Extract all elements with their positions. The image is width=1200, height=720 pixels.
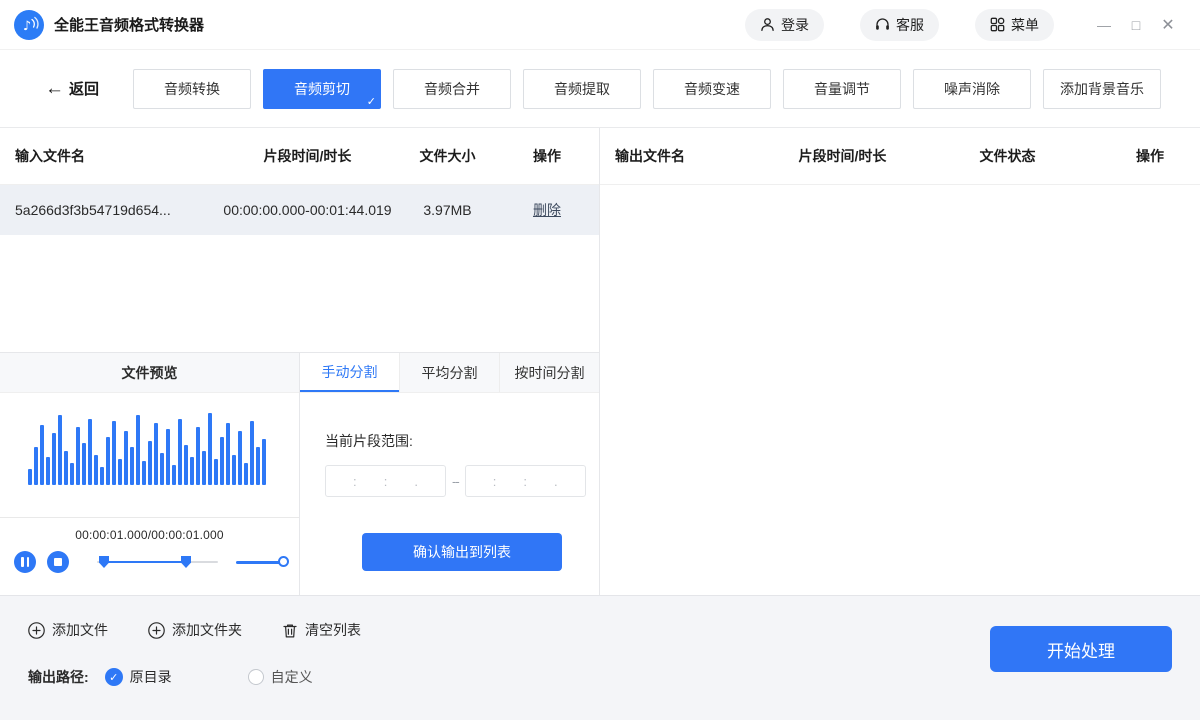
menu-button[interactable]: 菜单 xyxy=(975,8,1054,41)
range-start-input[interactable]: ::. xyxy=(325,465,446,497)
file-size: 3.97MB xyxy=(423,202,472,218)
menu-label: 菜单 xyxy=(1011,16,1039,33)
tab-noise-removal[interactable]: 噪声消除 xyxy=(913,68,1032,109)
segment-range-label: 当前片段范围: xyxy=(325,433,413,449)
active-check-icon: ✓ xyxy=(366,95,377,108)
start-processing-button[interactable]: 开始处理 xyxy=(990,626,1172,672)
output-header-status: 文件状态 xyxy=(979,148,1036,164)
playback-controls: 00:00:01.000/00:00:01.000 xyxy=(0,517,299,595)
tab-audio-extract[interactable]: 音频提取 xyxy=(523,68,642,109)
confirm-output-button[interactable]: 确认输出到列表 xyxy=(362,533,562,571)
radio-custom-dir[interactable]: 自定义 xyxy=(247,667,313,687)
volume-handle[interactable] xyxy=(278,556,289,567)
file-name: 5a266d3f3b54719d654... xyxy=(15,202,171,218)
range-end-input[interactable]: ::. xyxy=(464,465,586,497)
grid-menu-icon xyxy=(990,17,1005,32)
back-arrow-icon: ← xyxy=(45,78,64,99)
clear-list-button[interactable]: 清空列表 xyxy=(282,620,361,640)
add-file-button[interactable]: 添加文件 xyxy=(28,620,108,640)
login-button[interactable]: 登录 xyxy=(745,8,824,41)
waveform xyxy=(0,393,299,517)
playback-time: 00:00:01.000/00:00:01.000 xyxy=(75,528,224,542)
table-row[interactable]: 5a266d3f3b54719d654... 00:00:00.000-00:0… xyxy=(0,185,599,235)
delete-link[interactable]: 删除 xyxy=(533,202,561,218)
app-title: 全能王音频格式转换器 xyxy=(54,17,205,34)
main-area: 输入文件名 片段时间/时长 文件大小 操作 5a266d3f3b54719d65… xyxy=(0,128,1200,595)
radio-unchecked-icon xyxy=(247,669,264,685)
radio-checked-icon: ✓ xyxy=(104,668,123,686)
volume-slider[interactable] xyxy=(236,555,289,569)
output-header-filename: 输出文件名 xyxy=(615,148,685,164)
user-icon xyxy=(760,17,775,32)
close-button[interactable]: ✕ xyxy=(1152,15,1184,35)
back-label: 返回 xyxy=(69,81,100,98)
headset-icon xyxy=(875,17,890,32)
app-window: ♪ 全能王音频格式转换器 登录 客服 菜单 — □ ✕ ← 返回 音频转换 音频… xyxy=(0,0,1200,720)
input-header-time: 片段时间/时长 xyxy=(263,148,352,164)
service-button[interactable]: 客服 xyxy=(860,8,939,41)
login-label: 登录 xyxy=(781,16,809,33)
tab-add-bgm[interactable]: 添加背景音乐 xyxy=(1043,68,1162,109)
pause-button[interactable] xyxy=(14,551,36,573)
trash-icon xyxy=(282,622,298,639)
input-panel: 输入文件名 片段时间/时长 文件大小 操作 5a266d3f3b54719d65… xyxy=(0,128,600,595)
add-folder-button[interactable]: 添加文件夹 xyxy=(148,620,242,640)
stop-button[interactable] xyxy=(47,551,69,573)
input-header-size: 文件大小 xyxy=(419,148,476,164)
titlebar: ♪ 全能王音频格式转换器 登录 客服 菜单 — □ ✕ xyxy=(0,0,1200,50)
app-logo-icon: ♪ xyxy=(14,9,44,40)
output-table-header: 输出文件名 片段时间/时长 文件状态 操作 xyxy=(600,128,1200,185)
svg-text:♪: ♪ xyxy=(23,19,31,34)
radio-original-dir[interactable]: ✓ 原目录 xyxy=(104,667,172,687)
tab-average-split[interactable]: 平均分割 xyxy=(399,353,499,392)
footer-bar: 添加文件 添加文件夹 清空列表 输出路径: ✓ 原目录 自定义 开始处理 xyxy=(0,595,1200,720)
output-panel: 输出文件名 片段时间/时长 文件状态 操作 xyxy=(600,128,1200,595)
service-label: 客服 xyxy=(896,16,924,33)
output-header-time: 片段时间/时长 xyxy=(798,148,887,164)
input-table-header: 输入文件名 片段时间/时长 文件大小 操作 xyxy=(0,128,599,185)
tab-volume-adjust[interactable]: 音量调节 xyxy=(783,68,902,109)
tab-manual-split[interactable]: 手动分割 xyxy=(300,353,399,392)
back-button[interactable]: ← 返回 xyxy=(45,78,99,99)
tab-audio-cut[interactable]: 音频剪切 ✓ xyxy=(263,68,382,109)
minimize-button[interactable]: — xyxy=(1088,17,1120,33)
tab-audio-merge[interactable]: 音频合并 xyxy=(393,68,512,109)
range-start-handle[interactable] xyxy=(99,556,109,568)
maximize-button[interactable]: □ xyxy=(1120,17,1152,33)
output-table-body xyxy=(600,185,1200,595)
playback-range-slider[interactable] xyxy=(97,555,219,569)
tab-audio-speed[interactable]: 音频变速 xyxy=(653,68,772,109)
plus-circle-icon xyxy=(28,621,45,639)
output-header-action: 操作 xyxy=(1136,148,1164,164)
input-header-filename: 输入文件名 xyxy=(15,148,85,164)
range-end-handle[interactable] xyxy=(181,556,191,568)
feature-tabbar: ← 返回 音频转换 音频剪切 ✓ 音频合并 音频提取 音频变速 音量调节 噪声消… xyxy=(0,50,1200,128)
plus-circle-icon xyxy=(148,621,165,639)
preview-area: 文件预览 00:00:01.000/00:00:01.000 手动分割 平均分割… xyxy=(0,352,599,595)
input-header-action: 操作 xyxy=(533,148,561,164)
split-panel: 手动分割 平均分割 按时间分割 当前片段范围: ::. -- ::. 确认输出到… xyxy=(300,353,599,595)
file-segment-time: 00:00:00.000-00:01:44.019 xyxy=(223,202,392,218)
output-path-label: 输出路径: xyxy=(28,669,89,685)
tab-audio-convert[interactable]: 音频转换 xyxy=(133,68,252,109)
tab-time-split[interactable]: 按时间分割 xyxy=(499,353,599,392)
preview-title: 文件预览 xyxy=(0,353,299,393)
range-separator: -- xyxy=(452,473,460,489)
